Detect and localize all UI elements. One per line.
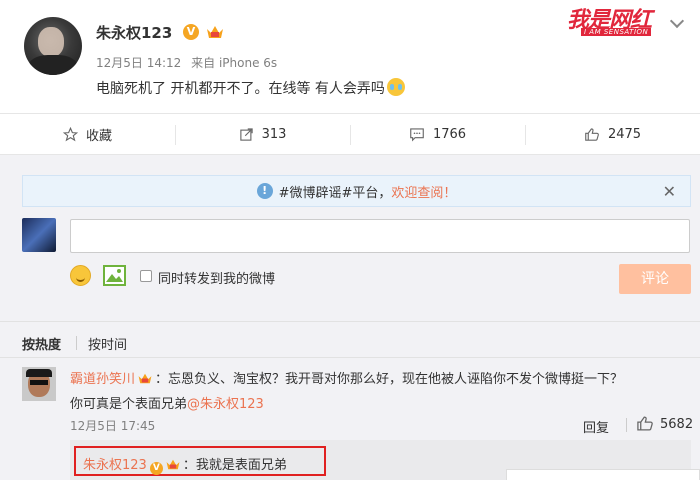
comment-text: 霸道孙笑川 ：忘恩负义、淘宝权？我开哥对你那么好，现在他被人诬陷你不发个微博挺一下… (70, 372, 624, 387)
member-crown-icon (166, 459, 180, 470)
member-crown-icon (138, 373, 152, 384)
comment-like-icon[interactable] (636, 415, 654, 432)
comment-time: 12月5日 17:45 (70, 419, 156, 433)
comment-text-line2: 你可真是个表面兄弟@朱永权123 (70, 397, 264, 412)
verified-icon: V (149, 462, 163, 475)
repost-button[interactable]: 313 (175, 114, 350, 154)
emoji-icon[interactable] (70, 265, 91, 286)
crying-emoji-icon (386, 78, 405, 96)
star-icon (62, 126, 78, 141)
thumbs-up-icon (585, 127, 599, 141)
post-meta: 12月5日 14:12 来自 iPhone 6s (96, 54, 283, 71)
repost-icon (239, 127, 253, 141)
author-name[interactable]: 朱永权123 (96, 22, 172, 43)
current-user-avatar (22, 218, 56, 252)
reply-button[interactable]: 回复 (583, 417, 609, 436)
post-text: 电脑死机了 开机都开不了。在线等 有人会弄吗 (96, 78, 405, 98)
mention-link[interactable]: @朱永权123 (187, 397, 264, 412)
commenter-name[interactable]: 霸道孙笑川 (70, 372, 135, 387)
post-source: 来自 iPhone 6s (191, 56, 278, 70)
commenter-avatar[interactable] (22, 367, 56, 401)
comment-like-count: 5682 (660, 417, 694, 432)
repost-checkbox[interactable] (140, 270, 152, 282)
image-icon[interactable] (103, 265, 126, 286)
reply-author-name[interactable]: 朱永权123 (83, 458, 147, 473)
post-action-bar: 收藏 313 1766 2475 (0, 113, 700, 155)
close-icon[interactable]: ✕ (663, 182, 676, 201)
like-button[interactable]: 2475 (525, 114, 700, 154)
post-time[interactable]: 12月5日 14:12 (96, 56, 181, 70)
comment-icon (410, 127, 424, 141)
sort-by-hot-tab[interactable]: 按热度 (22, 334, 61, 353)
rumor-banner: ! #微博辟谣#平台， 欢迎查阅！ ✕ (22, 175, 691, 207)
watermark-logo: 我是网红 I AM SENSATION (567, 8, 652, 36)
repost-checkbox-label[interactable]: 同时转发到我的微博 (158, 268, 275, 287)
sort-by-time-tab[interactable]: 按时间 (88, 334, 127, 353)
author-avatar[interactable] (24, 17, 82, 75)
reply-text: 朱永权123 V ：我就是表面兄弟 (83, 458, 287, 475)
rumor-banner-link[interactable]: 欢迎查阅！ (391, 182, 456, 201)
verified-icon: V (183, 24, 199, 40)
favorite-button[interactable]: 收藏 (0, 114, 175, 154)
info-icon: ! (256, 183, 273, 199)
comment-sort-bar: 按热度 按时间 (0, 321, 700, 357)
member-crown-icon (207, 26, 223, 38)
comment-button[interactable]: 1766 (350, 114, 525, 154)
comment-input[interactable] (70, 219, 690, 253)
comment-area: ! #微博辟谣#平台， 欢迎查阅！ ✕ 同时转发到我的微博 评论 按热度 按时间… (0, 155, 700, 480)
submit-comment-button[interactable]: 评论 (619, 264, 691, 294)
